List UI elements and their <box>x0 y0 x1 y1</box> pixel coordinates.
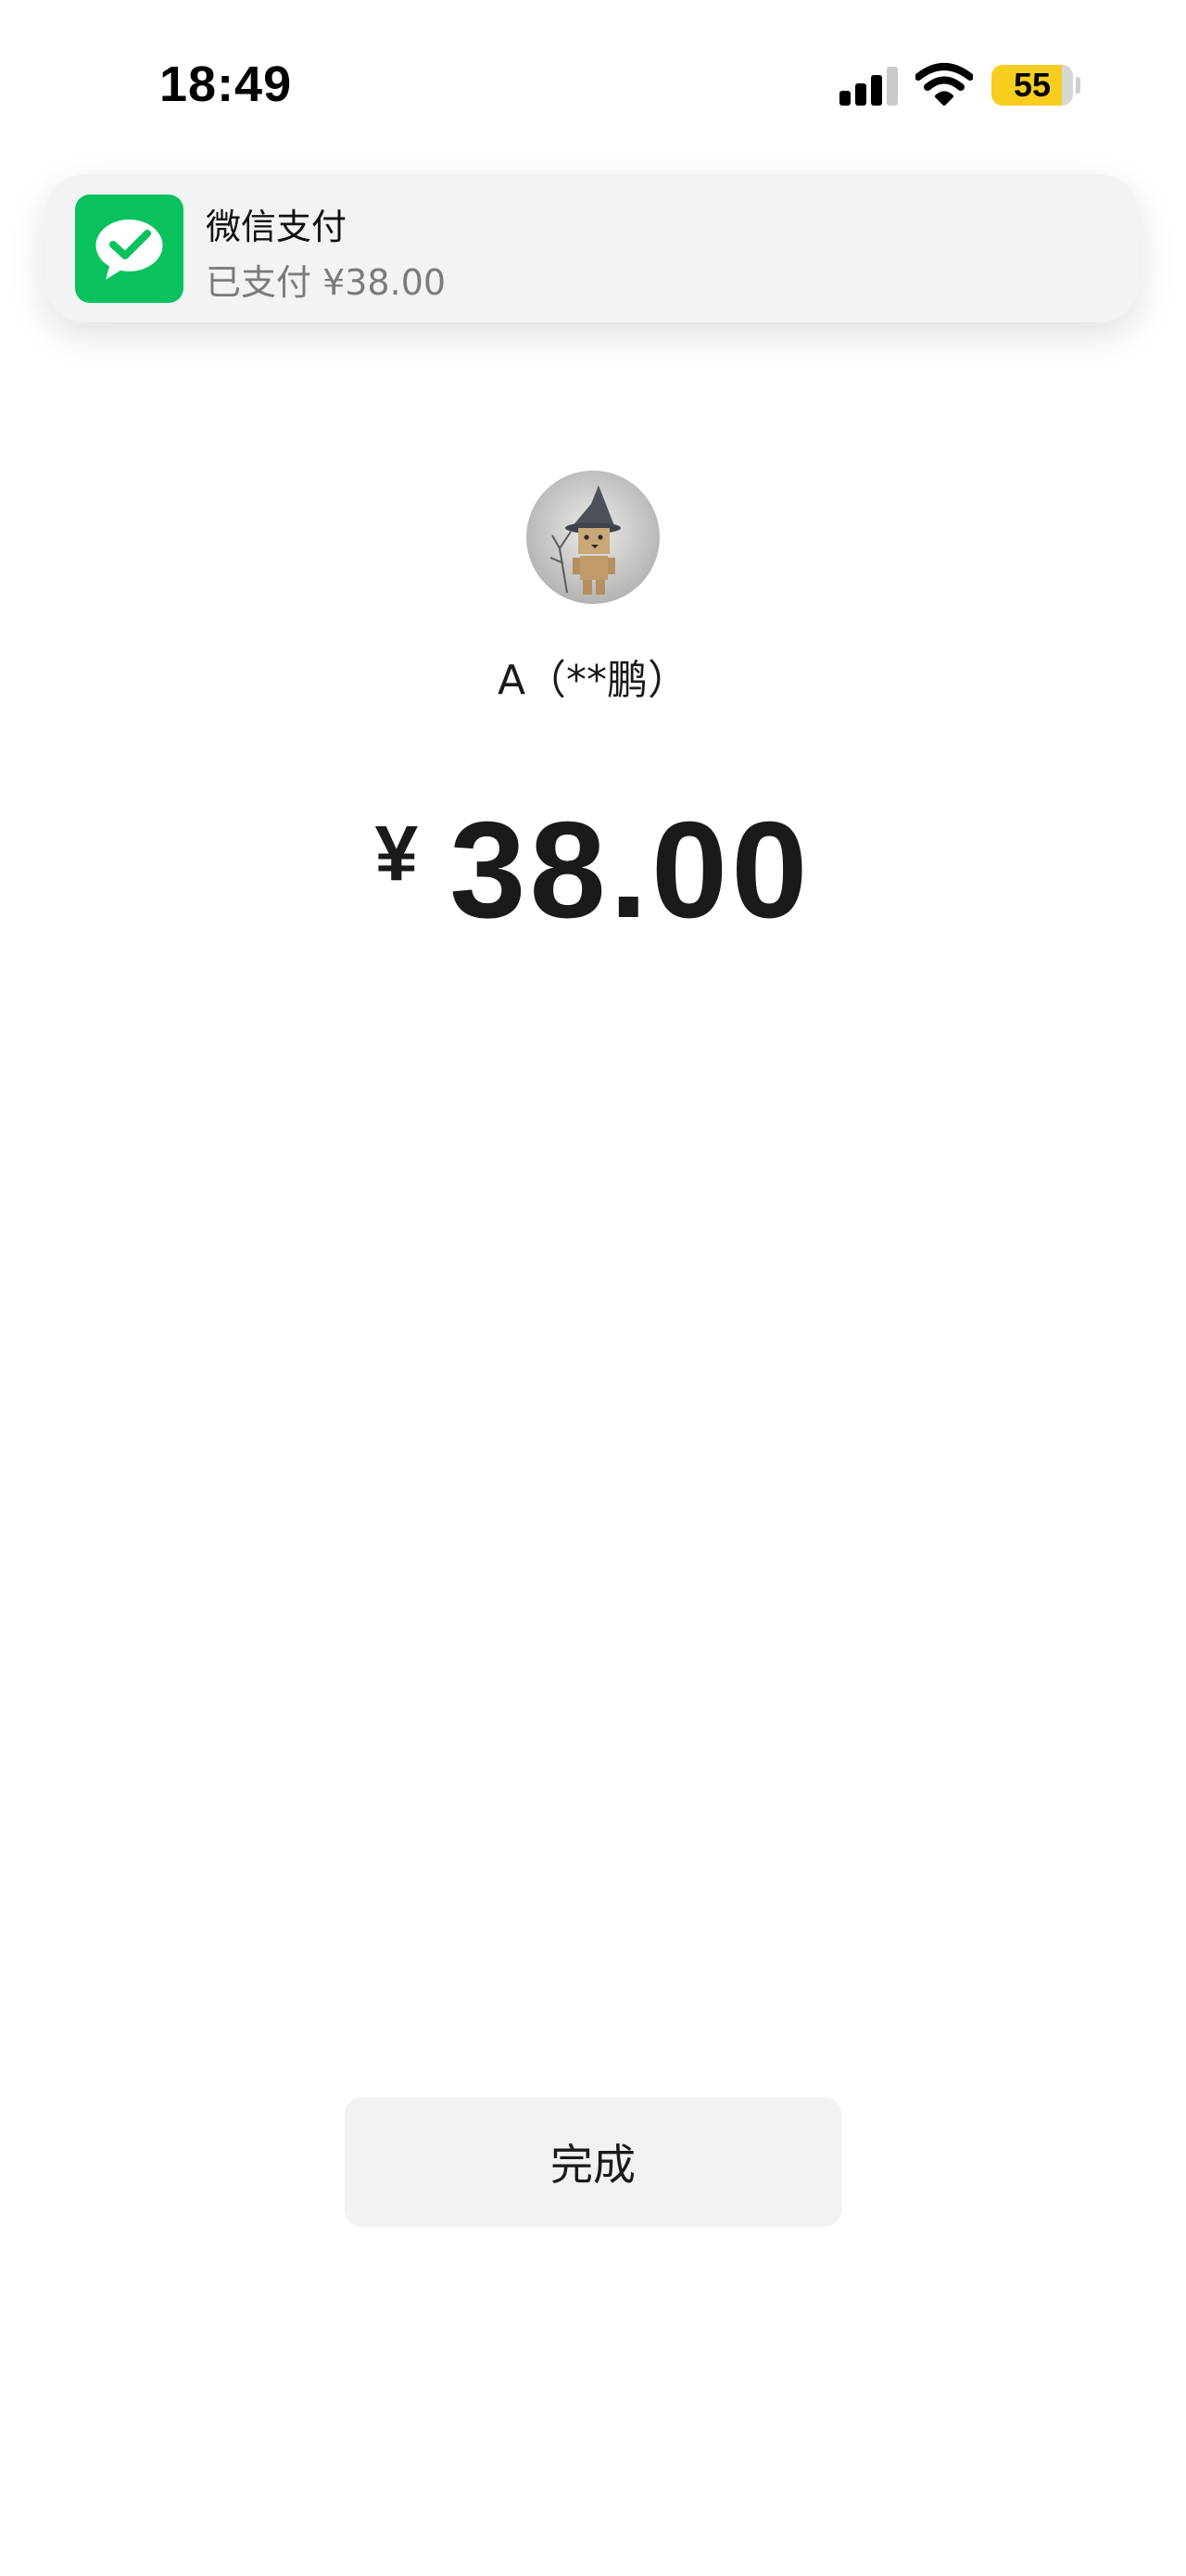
payee-avatar <box>526 471 660 604</box>
battery-icon: 55 <box>991 65 1073 106</box>
notification-message: 已支付 ¥38.00 <box>206 262 447 303</box>
battery-nub <box>1076 77 1080 94</box>
battery-level: 55 <box>1013 66 1052 104</box>
currency-symbol: ¥ <box>374 810 419 897</box>
wechat-pay-icon <box>75 195 183 303</box>
cellular-signal-icon <box>839 65 899 106</box>
wifi-icon <box>915 63 973 106</box>
done-button[interactable]: 完成 <box>345 2097 841 2227</box>
status-bar: 18:49 55 <box>0 0 1186 176</box>
amount-value: 38.00 <box>449 794 812 947</box>
notification-banner[interactable]: 微信支付 已支付 ¥38.00 <box>44 174 1140 322</box>
notification-app-name: 微信支付 <box>206 207 347 247</box>
status-time: 18:49 <box>159 57 293 112</box>
payment-amount: ¥38.00 <box>0 792 1186 949</box>
payee-name: A（**鹏） <box>497 657 689 704</box>
